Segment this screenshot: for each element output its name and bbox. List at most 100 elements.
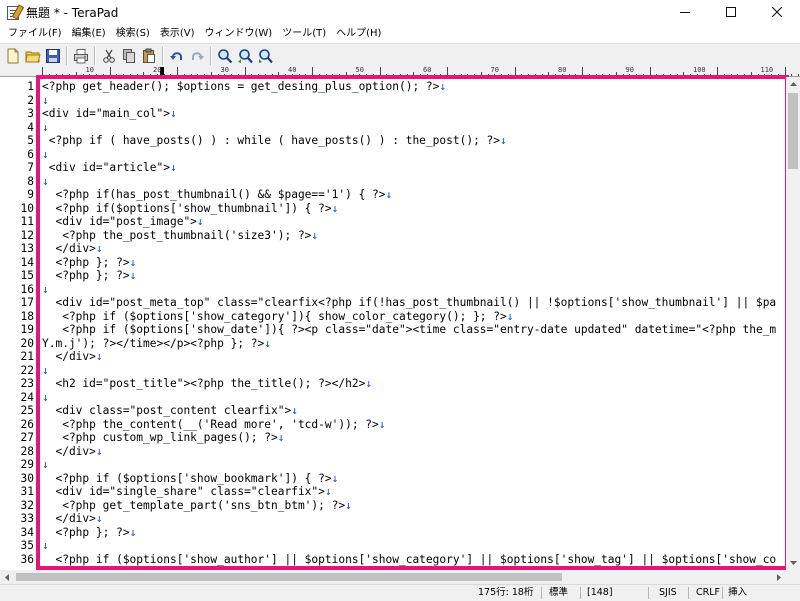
- menu-search[interactable]: 検索(S): [111, 24, 155, 43]
- newline-mark: ↓: [42, 458, 49, 471]
- ruler-tick: [177, 67, 178, 76]
- ruler-tick: [103, 74, 104, 76]
- ruler-tick: [663, 74, 664, 76]
- ruler-tick: [332, 74, 333, 76]
- newline-mark: ↓: [277, 431, 285, 444]
- minimize-button[interactable]: [662, 0, 708, 24]
- newline-mark: ↓: [439, 80, 447, 93]
- menu-file[interactable]: ファイル(F): [3, 24, 67, 43]
- editor-line: 17 <div id="post_meta_top" class="clearf…: [0, 296, 786, 310]
- toolbar: [0, 43, 800, 67]
- line-number: 5: [27, 134, 34, 147]
- code-line: <?php if ( have_posts() ) : while ( have…: [42, 134, 507, 148]
- ruler-tick: [791, 74, 792, 76]
- copy-icon: [123, 48, 135, 63]
- find-next-button[interactable]: [256, 47, 274, 65]
- editor-line: 6 ↓: [0, 148, 786, 162]
- newline-mark: ↓: [311, 228, 319, 242]
- code-text: <?php get_header(); $options = get_desin…: [42, 80, 440, 93]
- close-button[interactable]: [754, 0, 800, 24]
- newline-mark: ↓: [500, 134, 507, 147]
- scroll-left-button[interactable]: [0, 570, 14, 584]
- code-line: <div id="single_share" class="clearfix">…: [42, 485, 331, 499]
- toolbar-separator: [210, 46, 212, 65]
- ruler-label: 90: [625, 67, 634, 74]
- code-line: <div id="post_meta_top" class="clearfix<…: [42, 296, 776, 310]
- ruler-tick: [629, 74, 630, 76]
- editor-line: 18 <?php if ($options['show_category']){…: [0, 310, 786, 324]
- cut-button[interactable]: [100, 47, 118, 65]
- code-text: <?php if ($options['show_author'] || $op…: [42, 552, 777, 566]
- menu-view[interactable]: 表示(V): [155, 24, 200, 43]
- menu-help[interactable]: ヘルプ(H): [331, 24, 386, 43]
- ruler-tick: [521, 74, 522, 76]
- vertical-scroll-thumb[interactable]: [788, 93, 798, 169]
- code-text: </div>: [42, 512, 96, 525]
- newline-mark: ↓: [95, 350, 103, 363]
- copy-button[interactable]: [120, 47, 138, 65]
- ruler-tick: [420, 74, 421, 76]
- scroll-down-button[interactable]: [786, 556, 800, 570]
- ruler-tick: [582, 67, 583, 76]
- ruler-tick: [157, 74, 158, 76]
- menu-edit[interactable]: 編集(E): [67, 24, 111, 43]
- ruler-tick: [798, 74, 799, 76]
- redo-button[interactable]: [188, 47, 206, 65]
- ruler-tick: [400, 74, 401, 76]
- find-button[interactable]: [216, 47, 234, 65]
- menu-tools[interactable]: ツール(T): [277, 24, 331, 43]
- menu-window[interactable]: ウィンドウ(W): [200, 24, 278, 43]
- open-button[interactable]: [24, 47, 42, 65]
- newline-mark: ↓: [42, 174, 49, 188]
- code-text: <?php }; ?>: [42, 269, 130, 282]
- vertical-scrollbar[interactable]: [786, 77, 800, 570]
- status-mode: 標準: [549, 587, 569, 598]
- ruler-tick: [717, 67, 718, 76]
- ruler-tick: [96, 74, 97, 76]
- editor-line: 12 <?php the_post_thumbnail('size3'); ?>…: [0, 229, 786, 243]
- paste-button[interactable]: [140, 47, 158, 65]
- code-text: </div>: [42, 242, 96, 255]
- undo-button[interactable]: [168, 47, 186, 65]
- encoding[interactable]: SJIS: [659, 586, 677, 600]
- line-number: 29: [20, 458, 34, 471]
- find-prev-button[interactable]: [236, 47, 254, 65]
- ruler-tick: [461, 74, 462, 76]
- scroll-right-button[interactable]: [772, 570, 786, 584]
- ruler-tick: [440, 74, 441, 76]
- new-file-button[interactable]: [4, 47, 22, 65]
- ruler-label: 80: [558, 67, 567, 74]
- ruler-tick: [373, 74, 374, 76]
- editor-line: 28 </div>↓: [0, 445, 786, 459]
- ruler-tick: [137, 74, 138, 76]
- ruler-tick: [481, 72, 482, 76]
- scroll-up-button[interactable]: [786, 77, 800, 91]
- text-editor[interactable]: 1 <?php get_header(); $options = get_desi…: [0, 77, 786, 570]
- newline-mark: ↓: [42, 390, 49, 404]
- print-button[interactable]: [72, 47, 90, 65]
- code-line: </div>↓: [42, 350, 103, 364]
- horizontal-scrollbar[interactable]: [0, 570, 786, 584]
- toolbar-separator: [162, 46, 164, 65]
- code-line: <h2 id="post_title"><?php the_title(); ?…: [42, 377, 372, 391]
- ruler-tick: [218, 74, 219, 76]
- code-line: <?php the_post_thumbnail('size3'); ?>↓: [42, 229, 318, 243]
- ruler-tick: [427, 74, 428, 76]
- code-text: <?php if ($options['show_date']){ ?><p c…: [42, 323, 777, 336]
- newline-type[interactable]: CRLF: [696, 586, 720, 600]
- editor-line: 7 <div id="article">↓: [0, 161, 786, 175]
- ruler-tick: [380, 67, 381, 76]
- toolbar-separator: [94, 46, 96, 65]
- ruler-tick: [596, 74, 597, 76]
- horizontal-scroll-thumb[interactable]: [16, 573, 562, 581]
- maximize-button[interactable]: [708, 0, 754, 24]
- ruler-tick: [434, 74, 435, 76]
- line-number: 31: [20, 485, 34, 498]
- line-number: 16: [20, 282, 34, 296]
- editor-line: 11 <div id="post_image">↓: [0, 215, 786, 229]
- newline-mark: ↓: [169, 161, 177, 174]
- save-button[interactable]: [44, 47, 62, 65]
- editor-line: 3 <div id="main_col">↓: [0, 107, 786, 121]
- ruler-tick: [501, 74, 502, 76]
- ruler-tick: [76, 72, 77, 76]
